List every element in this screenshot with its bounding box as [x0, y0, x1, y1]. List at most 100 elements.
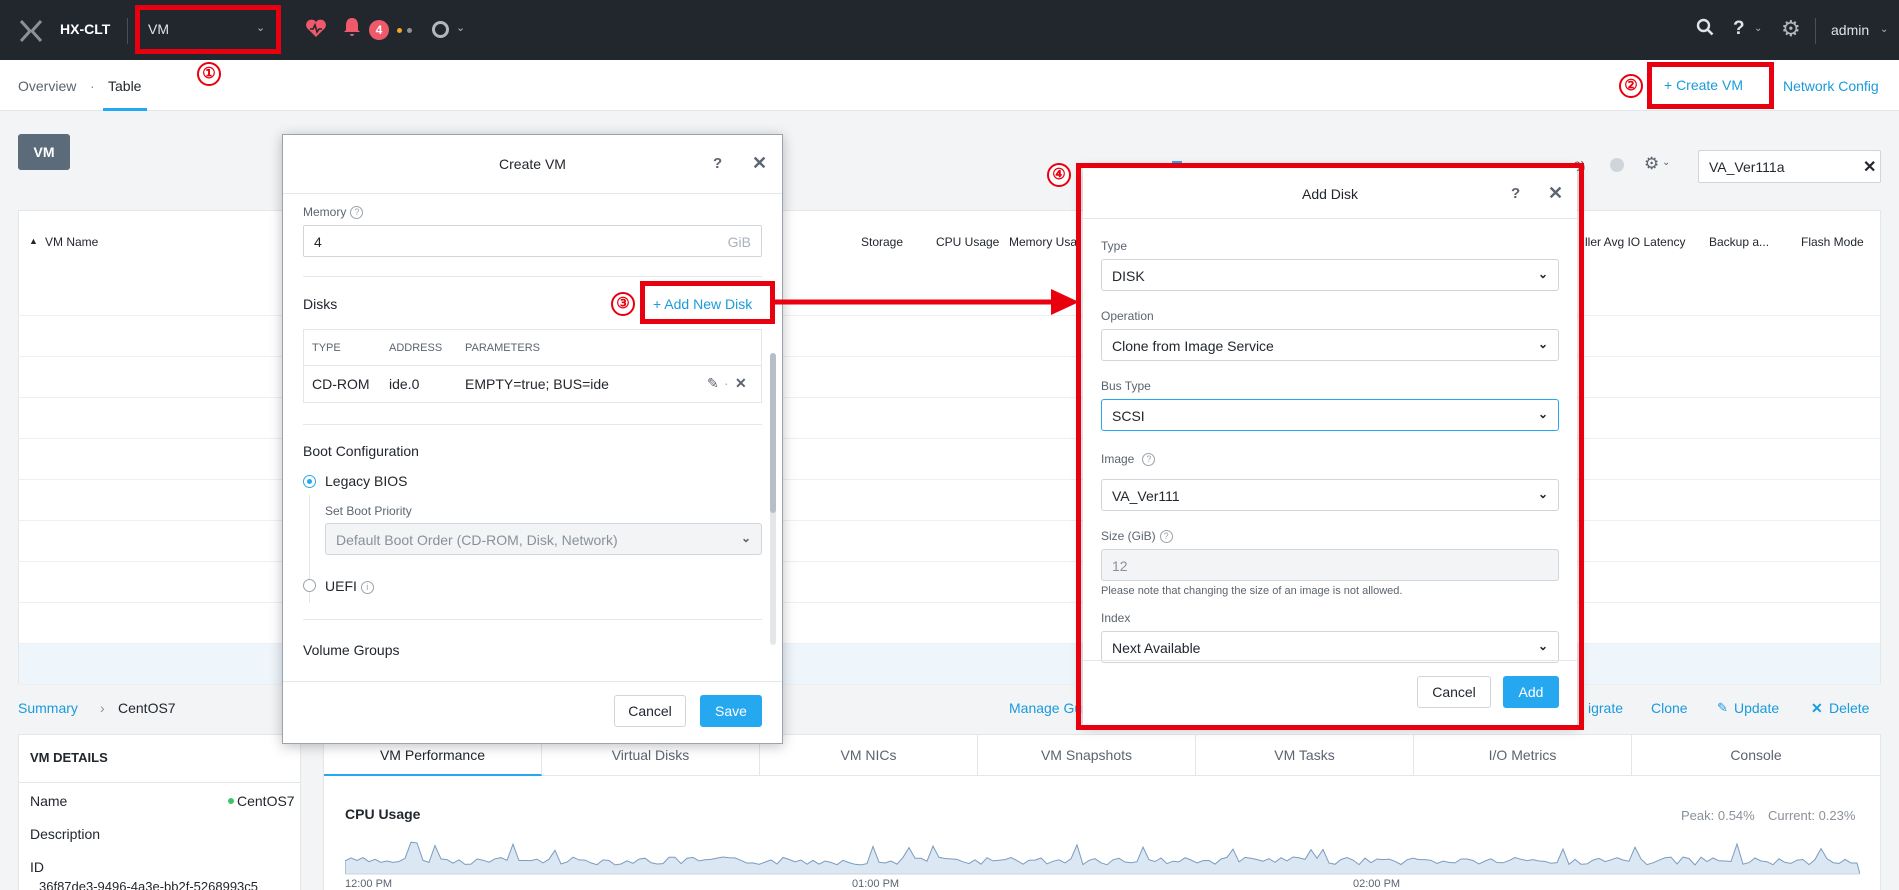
search-input[interactable]: VA_Ver111a ✕ — [1698, 150, 1881, 183]
divider — [283, 193, 782, 194]
disk-column-address: ADDRESS — [389, 342, 443, 354]
annotation-number-1: ① — [197, 62, 221, 86]
clone-button[interactable]: Clone — [1651, 700, 1688, 716]
disks-label: Disks — [303, 296, 338, 312]
boot-configuration-label: Boot Configuration — [303, 443, 419, 459]
manage-guest-tools-button[interactable]: Manage Gu — [1009, 700, 1082, 716]
column-vm-name[interactable]: VM Name — [45, 235, 98, 249]
alerts-bell-icon[interactable] — [343, 17, 361, 43]
chevron-down-icon: ⌄ — [740, 531, 751, 545]
time-label: 02:00 PM — [1353, 878, 1401, 890]
uefi-radio[interactable] — [303, 579, 316, 592]
uefi-label[interactable]: UEFI i — [325, 578, 374, 594]
migrate-button[interactable]: igrate — [1588, 700, 1623, 716]
pencil-icon[interactable]: ✎ — [1717, 700, 1728, 716]
id-value: 36f87de3-9496-4a3e-bb2f-5268993c5 — [39, 879, 259, 890]
column-storage[interactable]: Storage — [861, 235, 903, 249]
user-menu[interactable]: admin — [1831, 22, 1869, 38]
info-icon[interactable]: i — [360, 580, 374, 594]
tab-vm-snapshots[interactable]: VM Snapshots — [978, 735, 1196, 776]
power-status-icon — [228, 798, 234, 804]
help-icon[interactable]: ? — [1733, 18, 1745, 40]
settings-gear-icon[interactable]: ⚙ — [1644, 154, 1659, 174]
annotation-number-4: ④ — [1047, 163, 1071, 187]
divider — [303, 619, 762, 620]
column-cpu-usage[interactable]: CPU Usage — [936, 235, 999, 249]
cancel-button[interactable]: Cancel — [614, 695, 686, 727]
annotation-number-2: ② — [1619, 74, 1643, 98]
chevron-down-icon[interactable]: ⌄ — [1662, 157, 1670, 168]
legacy-bios-radio[interactable] — [303, 475, 316, 488]
page-prev-icon[interactable] — [1610, 158, 1624, 172]
tab-table[interactable]: Table — [108, 78, 141, 94]
column-backup[interactable]: Backup a... — [1709, 235, 1769, 249]
name-value: CentOS7 — [237, 793, 295, 809]
update-button[interactable]: Update — [1734, 700, 1779, 716]
disk-type: CD-ROM — [312, 376, 370, 392]
clear-search-icon[interactable]: ✕ — [1863, 157, 1876, 177]
divider — [303, 424, 762, 425]
tasks-circle-icon[interactable] — [432, 21, 449, 38]
nutanix-logo-icon[interactable] — [18, 18, 44, 44]
annotation-box-4 — [1076, 163, 1584, 730]
help-icon[interactable]: ? — [713, 155, 722, 172]
gear-icon[interactable]: ⚙ — [1781, 16, 1801, 42]
top-navbar: HX-CLT VM ⌄ 4 ⌄ ? ⌄ ⚙ admin ⌄ — [0, 0, 1899, 60]
save-button[interactable]: Save — [700, 695, 762, 727]
edit-pencil-icon[interactable]: ✎ — [707, 375, 719, 392]
legacy-bios-label[interactable]: Legacy BIOS — [325, 473, 408, 489]
tab-vm-tasks[interactable]: VM Tasks — [1196, 735, 1414, 776]
tab-overview[interactable]: Overview — [18, 78, 76, 94]
tab-console[interactable]: Console — [1632, 735, 1880, 776]
divider — [283, 681, 782, 682]
column-memory-usage[interactable]: Memory Usa — [1009, 235, 1077, 249]
health-heart-icon[interactable] — [305, 18, 327, 44]
help-icon[interactable]: ? — [350, 206, 364, 220]
cpu-usage-chart — [345, 841, 1860, 875]
cpu-usage-sparkline — [345, 841, 1860, 875]
vm-details-title: VM DETAILS — [30, 750, 108, 765]
annotation-box-3 — [640, 281, 775, 324]
delete-button[interactable]: Delete — [1829, 700, 1869, 716]
time-label: 01:00 PM — [852, 878, 900, 890]
network-config-button[interactable]: Network Config — [1783, 78, 1879, 94]
divider — [127, 18, 128, 44]
memory-unit: GiB — [727, 234, 751, 250]
info-dot-icon[interactable] — [407, 28, 412, 33]
dialog-title: Create VM — [499, 156, 566, 172]
divider — [304, 365, 761, 366]
summary-link[interactable]: Summary — [18, 700, 78, 716]
search-icon[interactable] — [1696, 18, 1714, 42]
chevron-right-icon: › — [100, 700, 105, 716]
delete-x-icon[interactable]: ✕ — [1811, 700, 1823, 717]
chevron-down-icon[interactable]: ⌄ — [456, 21, 465, 34]
cpu-usage-title: CPU Usage — [345, 806, 421, 822]
vm-details-panel: VM DETAILS Name CentOS7 Description ID 3… — [18, 734, 301, 890]
chevron-down-icon[interactable]: ⌄ — [1754, 23, 1762, 34]
tab-io-metrics[interactable]: I/O Metrics — [1414, 735, 1632, 776]
remove-disk-icon[interactable]: ✕ — [735, 375, 747, 392]
disk-address: ide.0 — [389, 376, 420, 392]
annotation-number-3: ③ — [611, 292, 635, 316]
scrollbar-thumb[interactable] — [770, 353, 776, 513]
id-label: ID — [30, 859, 44, 875]
current-value: Current: 0.23% — [1768, 808, 1856, 823]
tab-vm-nics[interactable]: VM NICs — [760, 735, 978, 776]
selected-vm-name: CentOS7 — [118, 700, 176, 716]
disk-column-parameters: PARAMETERS — [465, 342, 540, 354]
vm-count-badge: VM — [18, 134, 70, 170]
active-tab-underline — [103, 108, 147, 111]
boot-priority-value: Default Boot Order (CD-ROM, Disk, Networ… — [336, 532, 618, 548]
boot-priority-select[interactable]: Default Boot Order (CD-ROM, Disk, Networ… — [325, 523, 762, 555]
peak-value: Peak: 0.54% — [1681, 808, 1755, 823]
sort-asc-icon[interactable]: ▲ — [29, 236, 38, 246]
column-flash-mode[interactable]: Flash Mode — [1801, 235, 1864, 249]
memory-label-text: Memory — [303, 205, 347, 219]
disk-column-type: TYPE — [312, 342, 341, 354]
warning-dot-icon[interactable] — [397, 28, 402, 33]
memory-input[interactable]: 4 GiB — [303, 225, 762, 257]
close-icon[interactable]: ✕ — [752, 153, 767, 174]
alert-count-badge[interactable]: 4 — [369, 20, 389, 40]
chevron-down-icon[interactable]: ⌄ — [1880, 24, 1888, 35]
column-controller-latency[interactable]: ller Avg IO Latency — [1585, 235, 1686, 249]
